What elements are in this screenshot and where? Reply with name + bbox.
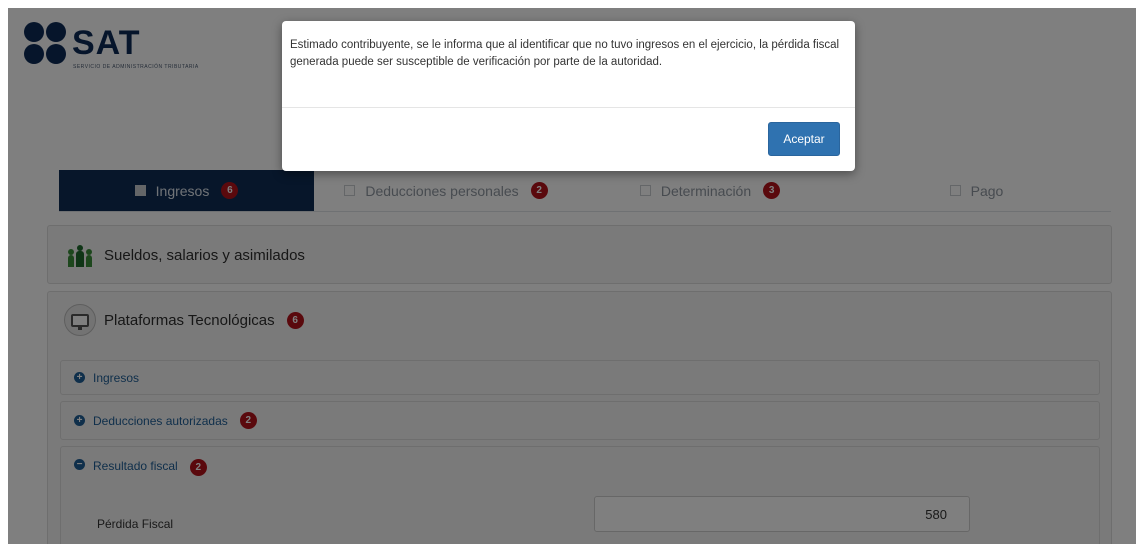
- page: SAT SERVICIO DE ADMINISTRACIÓN TRIBUTARI…: [8, 8, 1136, 544]
- dialog-message: Estimado contribuyente, se le informa qu…: [290, 39, 840, 68]
- accept-button[interactable]: Aceptar: [768, 122, 840, 156]
- dialog-divider: [282, 107, 855, 108]
- alert-dialog: Estimado contribuyente, se le informa qu…: [282, 21, 855, 171]
